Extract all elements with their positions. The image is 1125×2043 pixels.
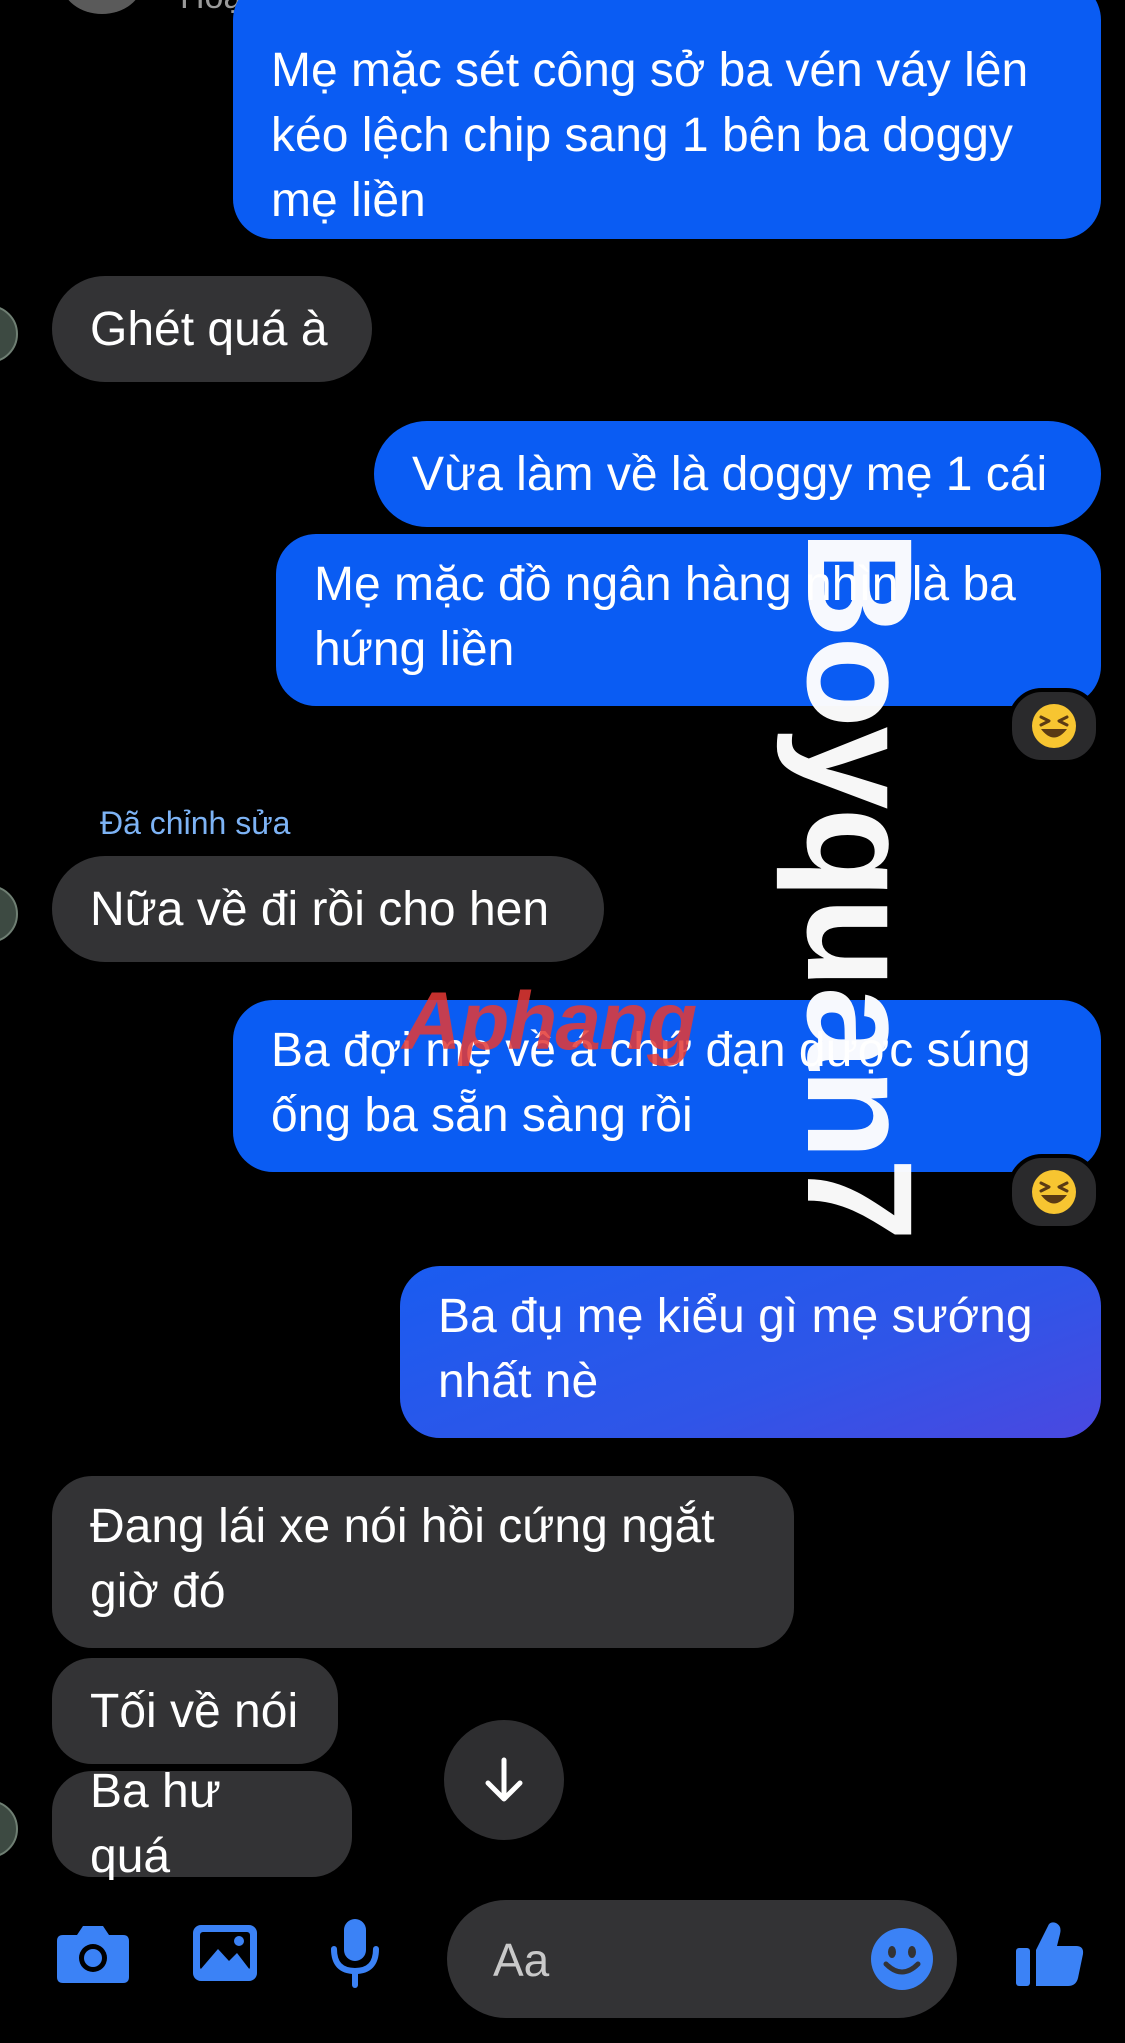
contact-avatar-small[interactable]: [0, 1800, 18, 1858]
contact-avatar-small[interactable]: [0, 885, 18, 943]
contact-avatar-small[interactable]: [0, 305, 18, 363]
gallery-button[interactable]: [180, 1908, 270, 1998]
message-text: Vừa làm về là doggy mẹ 1 cái: [412, 447, 1048, 501]
contact-avatar[interactable]: [62, 0, 142, 14]
laughing-emoji-icon: [1032, 1170, 1076, 1214]
message-text: Tối về nói: [90, 1684, 299, 1738]
scroll-to-bottom-button[interactable]: [444, 1720, 564, 1840]
message-reaction[interactable]: [1008, 1154, 1100, 1230]
arrow-down-icon: [485, 1757, 523, 1802]
message-bubble-incoming[interactable]: Tối về nói: [52, 1658, 338, 1764]
image-icon: [193, 1925, 257, 1981]
emoji-button[interactable]: [867, 1924, 937, 1994]
message-text: Ghét quá à: [90, 302, 328, 356]
message-bubble-outgoing[interactable]: Vừa làm về là doggy mẹ 1 cái: [374, 421, 1101, 527]
message-bubble-outgoing[interactable]: Mẹ mặc sét công sở ba vén váy lên kéo lệ…: [233, 0, 1101, 239]
message-text: Mẹ mặc sét công sở ba vén váy lên kéo lệ…: [271, 44, 1029, 227]
message-bubble-incoming[interactable]: Ba hư quá: [52, 1765, 352, 1883]
laughing-emoji-icon: [1032, 704, 1076, 748]
message-bubble-outgoing[interactable]: Mẹ mặc đồ ngân hàng nhìn là ba hứng liền: [276, 534, 1101, 706]
microphone-icon: [331, 1919, 379, 1988]
message-bubble-incoming[interactable]: Đang lái xe nói hồi cứng ngắt giờ đó: [52, 1476, 794, 1648]
message-bubble-incoming[interactable]: Ghét quá à: [52, 276, 372, 382]
message-text: Nữa về đi rồi cho hen: [90, 882, 550, 936]
message-text: Ba hư quá: [90, 1765, 221, 1883]
camera-button[interactable]: [48, 1908, 138, 1998]
message-input-box[interactable]: [447, 1900, 957, 2018]
message-text: Mẹ mặc đồ ngân hàng nhìn là ba hứng liền: [314, 558, 1016, 676]
voice-button[interactable]: [310, 1908, 400, 1998]
watermark-center: Aphang: [402, 976, 697, 1067]
camera-icon: [57, 1926, 129, 1983]
message-reaction[interactable]: [1008, 688, 1100, 764]
watermark-vertical: Boyquan7: [776, 530, 944, 1240]
thumbs-up-icon: [1016, 1922, 1084, 1986]
emoji-icon: [871, 1928, 933, 1990]
message-bubble-incoming[interactable]: Nữa về đi rồi cho hen: [52, 856, 604, 962]
message-input[interactable]: [491, 1924, 835, 1996]
composer-bar: [0, 1880, 1125, 2043]
message-text: Ba đụ mẹ kiểu gì mẹ sướng nhất nè: [438, 1290, 1033, 1408]
like-button[interactable]: [1005, 1908, 1095, 1998]
edited-label: Đã chỉnh sửa: [100, 805, 291, 841]
message-text: Đang lái xe nói hồi cứng ngắt giờ đó: [90, 1500, 715, 1618]
message-bubble-outgoing[interactable]: Ba đụ mẹ kiểu gì mẹ sướng nhất nè: [400, 1266, 1101, 1438]
